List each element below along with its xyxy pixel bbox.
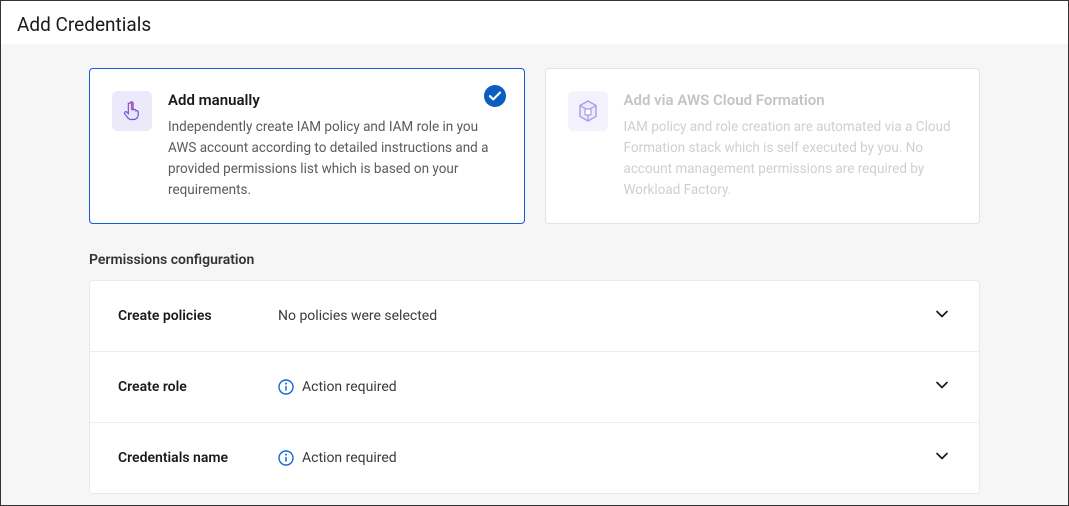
row-status-text: No policies were selected [278,308,437,324]
row-status-text: Action required [302,379,397,395]
chevron-down-icon [933,376,951,398]
option-card-add-manually[interactable]: Add manually Independently create IAM po… [89,68,525,224]
accordion-row-create-policies[interactable]: Create policies No policies were selecte… [90,281,979,352]
info-icon [278,450,294,466]
page-title: Add Credentials [1,1,1068,44]
selected-check-icon [484,85,506,111]
permissions-accordion: Create policies No policies were selecte… [89,280,980,494]
row-status: Action required [278,379,933,395]
content-area: Add manually Independently create IAM po… [1,44,1068,505]
row-label: Credentials name [118,450,278,466]
option-card-description: IAM policy and role creation are automat… [624,117,956,201]
row-status: Action required [278,450,933,466]
option-card-description: Independently create IAM policy and IAM … [168,117,500,201]
info-icon [278,379,294,395]
row-status-text: Action required [302,450,397,466]
option-card-title: Add via AWS Cloud Formation [624,91,956,109]
option-card-cloud-formation: Add via AWS Cloud Formation IAM policy a… [545,68,981,224]
accordion-row-create-role[interactable]: Create role Action required [90,352,979,423]
hand-pointer-icon [112,91,152,131]
row-label: Create role [118,379,278,395]
cloudformation-icon [568,91,608,131]
method-options-row: Add manually Independently create IAM po… [89,68,980,224]
option-card-body: Add manually Independently create IAM po… [168,91,500,201]
option-card-body: Add via AWS Cloud Formation IAM policy a… [624,91,956,201]
accordion-row-credentials-name[interactable]: Credentials name Action required [90,423,979,493]
chevron-down-icon [933,305,951,327]
option-card-title: Add manually [168,91,500,109]
permissions-section-title: Permissions configuration [89,252,980,268]
row-label: Create policies [118,308,278,324]
row-status: No policies were selected [278,308,933,324]
chevron-down-icon [933,447,951,469]
